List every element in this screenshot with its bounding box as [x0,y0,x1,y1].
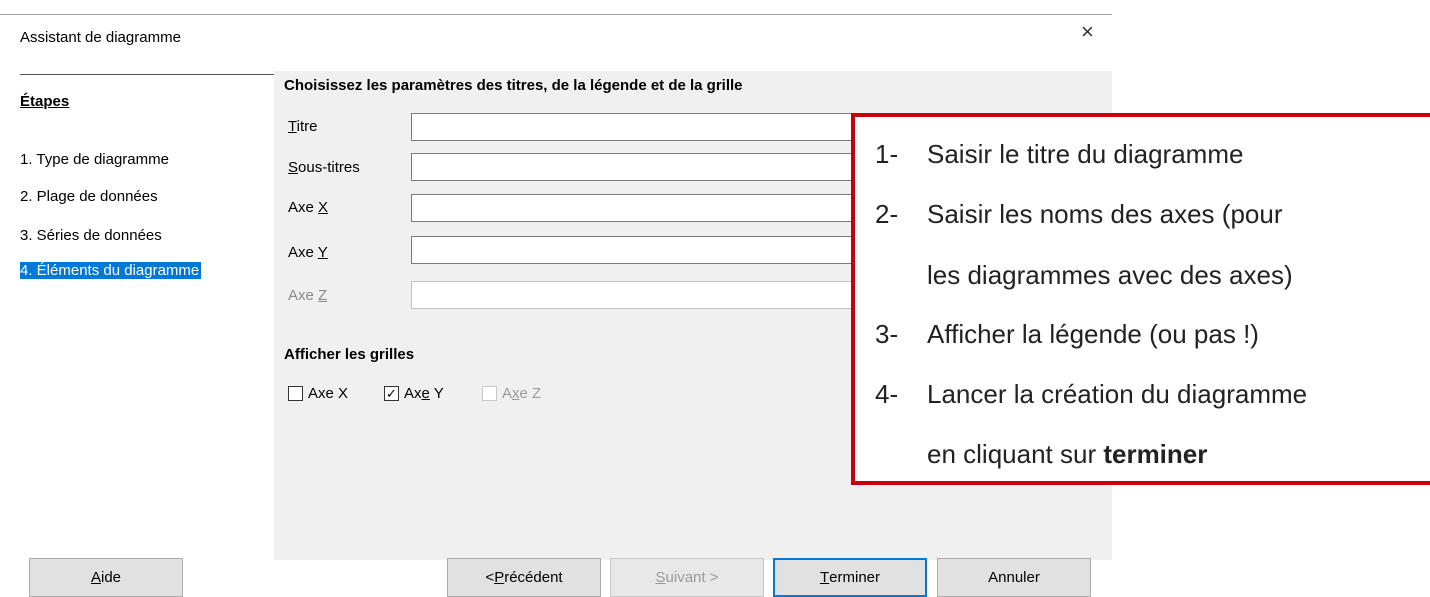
grid-heading: Afficher les grilles [284,346,415,363]
help-button[interactable]: Aide [29,558,183,597]
steps-heading: Étapes [20,93,70,110]
close-icon[interactable]: × [1081,21,1094,43]
callout-item-4-continuation: en cliquant sur terminer [927,439,1207,470]
previous-button[interactable]: < Précédent [447,558,601,597]
callout-item-4: 4- Lancer la création du diagramme [875,379,1307,410]
y-axis-label: Axe Y [288,244,328,261]
grid-y-checkbox[interactable]: ✓ Axe Y [384,385,444,402]
callout-item-2-continuation: les diagrammes avec des axes) [927,260,1293,290]
callout-item-1: 1- Saisir le titre du diagramme [875,139,1243,170]
callout-number: 4- [875,379,899,409]
step-data-range[interactable]: 2. Plage de données [20,188,158,205]
checkmark-icon: ✓ [384,386,399,401]
callout-number: 3- [875,319,899,349]
title-input[interactable] [411,113,886,141]
grid-z-checkbox: Axe Z [482,385,541,402]
callout-continuation-text: en cliquant sur [927,439,1104,469]
next-button: Suivant > [610,558,764,597]
cancel-button[interactable]: Annuler [937,558,1091,597]
z-axis-label: Axe Z [288,287,328,304]
checkbox-unchecked-icon [482,386,497,401]
x-axis-input[interactable] [411,194,886,222]
window-title: Assistant de diagramme [20,29,181,46]
grid-z-label: Axe Z [502,385,542,402]
step-data-series[interactable]: 3. Séries de données [20,227,162,244]
y-axis-input[interactable] [411,236,886,264]
finish-button[interactable]: Terminer [773,558,927,597]
callout-text: Saisir les noms des axes (pour [927,199,1283,229]
callout-item-2: 2- Saisir les noms des axes (pour [875,199,1282,230]
title-label: Titre [288,118,318,135]
callout-text: Saisir le titre du diagramme [927,139,1244,169]
callout-number: 2- [875,199,899,229]
subtitle-label: Sous-titres [288,159,360,176]
instructions-callout: 1- Saisir le titre du diagramme 2- Saisi… [851,113,1430,485]
callout-text: Lancer la création du diagramme [927,379,1308,409]
step-chart-elements[interactable]: 4. Éléments du diagramme [20,262,202,279]
callout-item-3: 3- Afficher la légende (ou pas !) [875,319,1259,350]
checkbox-unchecked-icon [288,386,303,401]
grid-x-label: Axe X [308,385,349,402]
x-axis-label: Axe X [288,199,329,216]
panel-heading: Choisissez les paramètres des titres, de… [284,77,743,94]
callout-finish-keyword: terminer [1103,439,1208,469]
callout-text: Afficher la légende (ou pas !) [927,319,1259,349]
subtitle-input[interactable] [411,153,886,181]
steps-divider [20,74,274,75]
z-axis-input [411,281,886,309]
callout-number: 1- [875,139,899,169]
grid-y-label: Axe Y [404,385,444,402]
grid-x-checkbox[interactable]: Axe X [288,385,348,402]
step-chart-type[interactable]: 1. Type de diagramme [20,151,169,168]
